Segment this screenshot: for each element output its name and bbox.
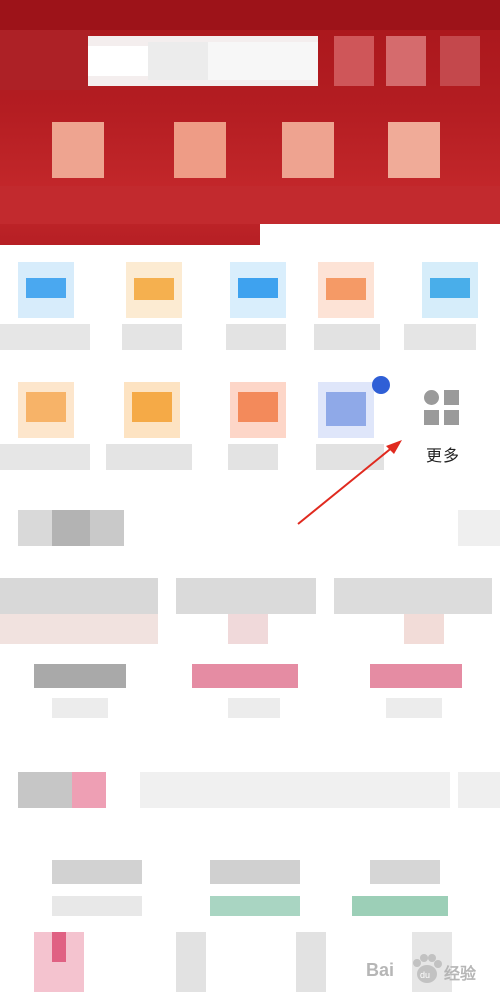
card-price-placeholder [370, 664, 462, 688]
card-subtitle-placeholder [52, 896, 142, 916]
card-price-placeholder [34, 664, 126, 688]
card-title-placeholder [334, 578, 492, 614]
header-shortcut-2[interactable] [174, 122, 226, 178]
service-label-placeholder [0, 324, 90, 350]
card-image-placeholder [296, 932, 326, 992]
grid-item[interactable] [404, 262, 494, 362]
grid-item[interactable] [0, 382, 90, 482]
header-icon-2[interactable] [386, 36, 426, 86]
service-icon-fill [132, 392, 172, 422]
service-icon [318, 262, 374, 318]
header-icon-3[interactable] [440, 36, 480, 86]
header-top-band [0, 0, 500, 30]
card-title-placeholder [210, 860, 300, 884]
service-icon [126, 262, 182, 318]
grid-menu-icon [424, 390, 460, 426]
header-label-band [0, 186, 500, 224]
header-shortcut-4[interactable] [388, 122, 440, 178]
baidu-jingyan-watermark: Bai du 经验 [366, 952, 486, 992]
card-title-placeholder [176, 578, 316, 614]
service-icon-fill [238, 278, 278, 298]
search-bar-segment [88, 46, 148, 76]
service-icon [18, 382, 74, 438]
more-label: 更多 [425, 448, 460, 465]
card-title-placeholder [52, 860, 142, 884]
card-meta-placeholder [228, 698, 280, 718]
header-left-block [0, 30, 90, 90]
card-meta-placeholder [386, 698, 442, 718]
card-title-placeholder [0, 578, 158, 614]
section-tabs-placeholder[interactable] [140, 772, 450, 808]
section-title-placeholder [18, 772, 106, 808]
card-tag-placeholder [352, 896, 448, 916]
search-bar-segment [148, 42, 208, 80]
grid-item[interactable] [106, 382, 196, 482]
header-shortcut-1[interactable] [52, 122, 104, 178]
card-title-placeholder [370, 860, 440, 884]
section-action-placeholder[interactable] [458, 772, 500, 808]
content-card[interactable] [176, 578, 322, 718]
service-label-placeholder [314, 324, 380, 350]
service-label-placeholder [106, 444, 192, 470]
content-card[interactable] [176, 860, 326, 1000]
service-icon [318, 382, 374, 438]
svg-text:du: du [420, 970, 430, 980]
section-title-placeholder [18, 510, 124, 546]
search-bar[interactable] [88, 36, 318, 86]
service-label-placeholder [0, 444, 90, 470]
header-icon-1[interactable] [334, 36, 374, 86]
service-icon-fill [26, 278, 66, 298]
service-icon-fill [326, 392, 366, 426]
service-label-placeholder [226, 324, 286, 350]
watermark-text-left: Bai [366, 960, 395, 980]
content-card[interactable] [0, 578, 160, 718]
search-bar-segment [208, 42, 318, 80]
watermark-text-right: 经验 [444, 966, 477, 983]
content-card[interactable] [334, 578, 500, 718]
service-icon-fill [134, 278, 174, 300]
grid-item[interactable] [108, 262, 198, 362]
grid-item[interactable] [212, 382, 302, 482]
service-icon [230, 382, 286, 438]
service-icon [422, 262, 478, 318]
card-image-placeholder [34, 932, 84, 992]
service-icon [230, 262, 286, 318]
paw-logo-icon: du [413, 954, 442, 983]
header-shortcut-3[interactable] [282, 122, 334, 178]
service-icon [124, 382, 180, 438]
card-price-placeholder [192, 664, 298, 688]
service-label-placeholder [228, 444, 278, 470]
service-icon-fill [238, 392, 278, 422]
grid-item[interactable] [212, 262, 302, 362]
card-meta-placeholder [52, 698, 108, 718]
section-action-placeholder[interactable] [458, 510, 500, 546]
service-label-placeholder [404, 324, 476, 350]
card-subtitle-placeholder [0, 614, 158, 644]
card-tag-placeholder [210, 896, 300, 916]
service-icon-fill [326, 278, 366, 300]
red-arrow-annotation [297, 440, 402, 525]
service-icon [18, 262, 74, 318]
service-icon-fill [26, 392, 66, 422]
card-subtitle-placeholder [228, 614, 268, 644]
service-label-placeholder [122, 324, 182, 350]
notification-badge [372, 376, 390, 394]
card-subtitle-placeholder [404, 614, 444, 644]
content-card[interactable] [34, 860, 160, 1000]
grid-item[interactable] [0, 262, 90, 362]
header-corner [260, 224, 500, 245]
header-banner [0, 0, 500, 245]
service-icon-fill [430, 278, 470, 298]
more-button[interactable]: 更多 [400, 386, 480, 476]
grid-item[interactable] [300, 262, 390, 362]
card-image-placeholder [176, 932, 206, 992]
